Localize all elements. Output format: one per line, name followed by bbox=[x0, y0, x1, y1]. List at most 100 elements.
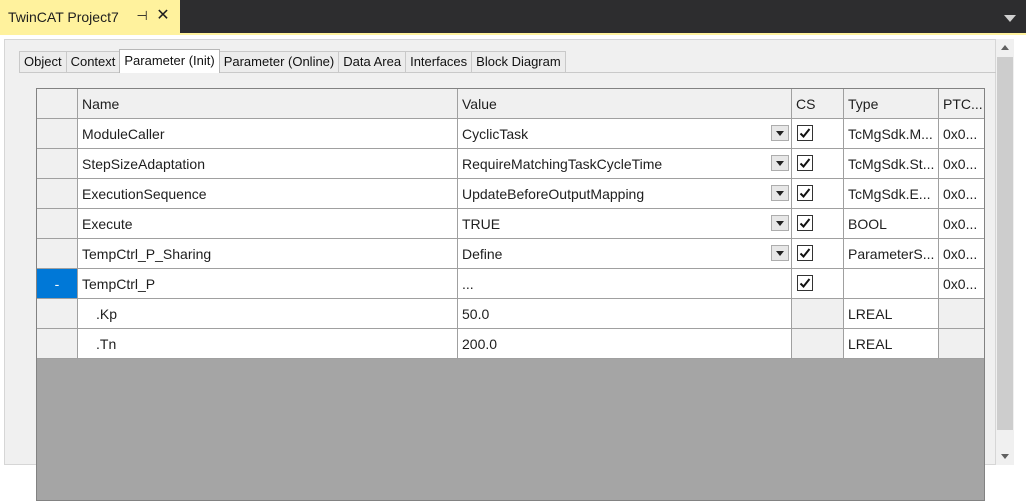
param-value[interactable]: Define bbox=[462, 246, 502, 262]
param-value[interactable]: RequireMatchingTaskCycleTime bbox=[462, 156, 662, 172]
editor-area: Object Context Parameter (Init) Parameter (… bbox=[0, 35, 1026, 501]
param-value-cell[interactable]: ... bbox=[458, 269, 792, 299]
column-header-ptc[interactable]: PTC... bbox=[939, 89, 984, 119]
tab-data-area[interactable]: Data Area bbox=[338, 51, 407, 73]
document-tab-title: TwinCAT Project7 bbox=[8, 8, 119, 25]
param-name: TempCtrl_P bbox=[78, 269, 458, 299]
table-row[interactable]: .Tn 200.0 LREAL bbox=[37, 329, 984, 359]
param-value-cell[interactable]: CyclicTask bbox=[458, 119, 792, 149]
row-selector[interactable] bbox=[37, 209, 78, 239]
param-ptc: 0x0... bbox=[939, 269, 984, 299]
param-name: .Kp bbox=[78, 299, 458, 329]
param-ptc: 0x0... bbox=[939, 209, 984, 239]
scroll-up-icon[interactable] bbox=[996, 39, 1014, 56]
param-type: TcMgSdk.E... bbox=[844, 179, 939, 209]
tab-parameter-online[interactable]: Parameter (Online) bbox=[218, 51, 340, 73]
value-dropdown-icon[interactable] bbox=[771, 125, 789, 141]
tab-parameter-init[interactable]: Parameter (Init) bbox=[119, 49, 220, 73]
param-ptc bbox=[939, 329, 984, 359]
param-value[interactable]: CyclicTask bbox=[462, 126, 528, 142]
cs-cell[interactable] bbox=[792, 149, 844, 179]
cs-cell[interactable] bbox=[792, 209, 844, 239]
cs-cell[interactable] bbox=[792, 269, 844, 299]
row-selector[interactable] bbox=[37, 179, 78, 209]
scroll-down-icon[interactable] bbox=[996, 448, 1014, 465]
grid-header-row: Name Value CS Type PTC... bbox=[37, 89, 984, 119]
table-row[interactable]: StepSizeAdaptation RequireMatchingTaskCyc… bbox=[37, 149, 984, 179]
param-ptc: 0x0... bbox=[939, 179, 984, 209]
cs-checkbox[interactable] bbox=[797, 245, 813, 261]
value-dropdown-icon[interactable] bbox=[771, 185, 789, 201]
document-tab[interactable]: TwinCAT Project7 ⊣ ✕ bbox=[0, 0, 180, 33]
value-dropdown-icon[interactable] bbox=[771, 155, 789, 171]
table-row[interactable]: ModuleCaller CyclicTask TcMgSdk.M... 0x0... bbox=[37, 119, 984, 149]
table-row[interactable]: ExecutionSequence UpdateBeforeOutputMappi… bbox=[37, 179, 984, 209]
param-value[interactable]: 200.0 bbox=[462, 336, 497, 352]
row-selector[interactable]: - bbox=[37, 269, 78, 299]
vertical-scrollbar[interactable] bbox=[996, 39, 1014, 465]
param-value[interactable]: 50.0 bbox=[462, 306, 489, 322]
header-row-selector bbox=[37, 89, 78, 119]
value-dropdown-icon[interactable] bbox=[771, 245, 789, 261]
document-tab-strip: TwinCAT Project7 ⊣ ✕ bbox=[0, 0, 1026, 35]
cs-cell[interactable] bbox=[792, 179, 844, 209]
tab-block-diagram[interactable]: Block Diagram bbox=[471, 51, 566, 73]
param-name: TempCtrl_P_Sharing bbox=[78, 239, 458, 269]
param-name: ModuleCaller bbox=[78, 119, 458, 149]
param-value[interactable]: ... bbox=[462, 276, 474, 292]
editor-frame: Object Context Parameter (Init) Parameter (… bbox=[4, 39, 997, 501]
cs-checkbox[interactable] bbox=[797, 215, 813, 231]
row-selector[interactable] bbox=[37, 119, 78, 149]
tab-object[interactable]: Object bbox=[19, 51, 67, 73]
param-type: BOOL bbox=[844, 209, 939, 239]
column-header-type[interactable]: Type bbox=[844, 89, 939, 119]
param-ptc: 0x0... bbox=[939, 239, 984, 269]
table-row[interactable]: Execute TRUE BOOL 0x0... bbox=[37, 209, 984, 239]
pin-icon[interactable]: ⊣ bbox=[134, 8, 150, 24]
row-selector[interactable] bbox=[37, 239, 78, 269]
cs-checkbox[interactable] bbox=[797, 185, 813, 201]
column-header-name[interactable]: Name bbox=[78, 89, 458, 119]
row-selector[interactable] bbox=[37, 329, 78, 359]
value-dropdown-icon[interactable] bbox=[771, 215, 789, 231]
param-ptc: 0x0... bbox=[939, 119, 984, 149]
cs-cell bbox=[792, 329, 844, 359]
param-value-cell[interactable]: 50.0 bbox=[458, 299, 792, 329]
cs-checkbox[interactable] bbox=[797, 125, 813, 141]
param-value[interactable]: UpdateBeforeOutputMapping bbox=[462, 186, 644, 202]
param-value-cell[interactable]: UpdateBeforeOutputMapping bbox=[458, 179, 792, 209]
cs-cell bbox=[792, 299, 844, 329]
table-row[interactable]: - TempCtrl_P... 0x0... bbox=[37, 269, 984, 299]
row-selector[interactable] bbox=[37, 149, 78, 179]
param-type: ParameterS... bbox=[844, 239, 939, 269]
param-type: LREAL bbox=[844, 329, 939, 359]
table-row[interactable]: TempCtrl_P_Sharing Define ParameterS... 0x0… bbox=[37, 239, 984, 269]
parameter-grid[interactable]: Name Value CS Type PTC... ModuleCaller Cy… bbox=[36, 88, 985, 501]
param-value-cell[interactable]: Define bbox=[458, 239, 792, 269]
param-name: ExecutionSequence bbox=[78, 179, 458, 209]
param-value-cell[interactable]: RequireMatchingTaskCycleTime bbox=[458, 149, 792, 179]
cs-cell[interactable] bbox=[792, 239, 844, 269]
param-name: StepSizeAdaptation bbox=[78, 149, 458, 179]
tab-overflow-dropdown-icon[interactable] bbox=[1004, 15, 1016, 22]
tab-interfaces[interactable]: Interfaces bbox=[405, 51, 473, 73]
cs-checkbox[interactable] bbox=[797, 275, 813, 291]
column-header-value[interactable]: Value bbox=[458, 89, 792, 119]
column-header-cs[interactable]: CS bbox=[792, 89, 844, 119]
table-row[interactable]: .Kp 50.0 LREAL bbox=[37, 299, 984, 329]
param-value-cell[interactable]: TRUE bbox=[458, 209, 792, 239]
param-type: LREAL bbox=[844, 299, 939, 329]
tab-context[interactable]: Context bbox=[65, 51, 121, 73]
param-value[interactable]: TRUE bbox=[462, 216, 500, 232]
row-selector[interactable] bbox=[37, 299, 78, 329]
param-type: TcMgSdk.M... bbox=[844, 119, 939, 149]
cs-checkbox[interactable] bbox=[797, 155, 813, 171]
editor-tab-bar: Object Context Parameter (Init) Parameter (… bbox=[19, 49, 566, 73]
param-value-cell[interactable]: 200.0 bbox=[458, 329, 792, 359]
cs-cell[interactable] bbox=[792, 119, 844, 149]
param-type: TcMgSdk.St... bbox=[844, 149, 939, 179]
param-ptc: 0x0... bbox=[939, 149, 984, 179]
param-name: .Tn bbox=[78, 329, 458, 359]
close-icon[interactable]: ✕ bbox=[155, 8, 171, 24]
scroll-thumb[interactable] bbox=[997, 57, 1013, 430]
